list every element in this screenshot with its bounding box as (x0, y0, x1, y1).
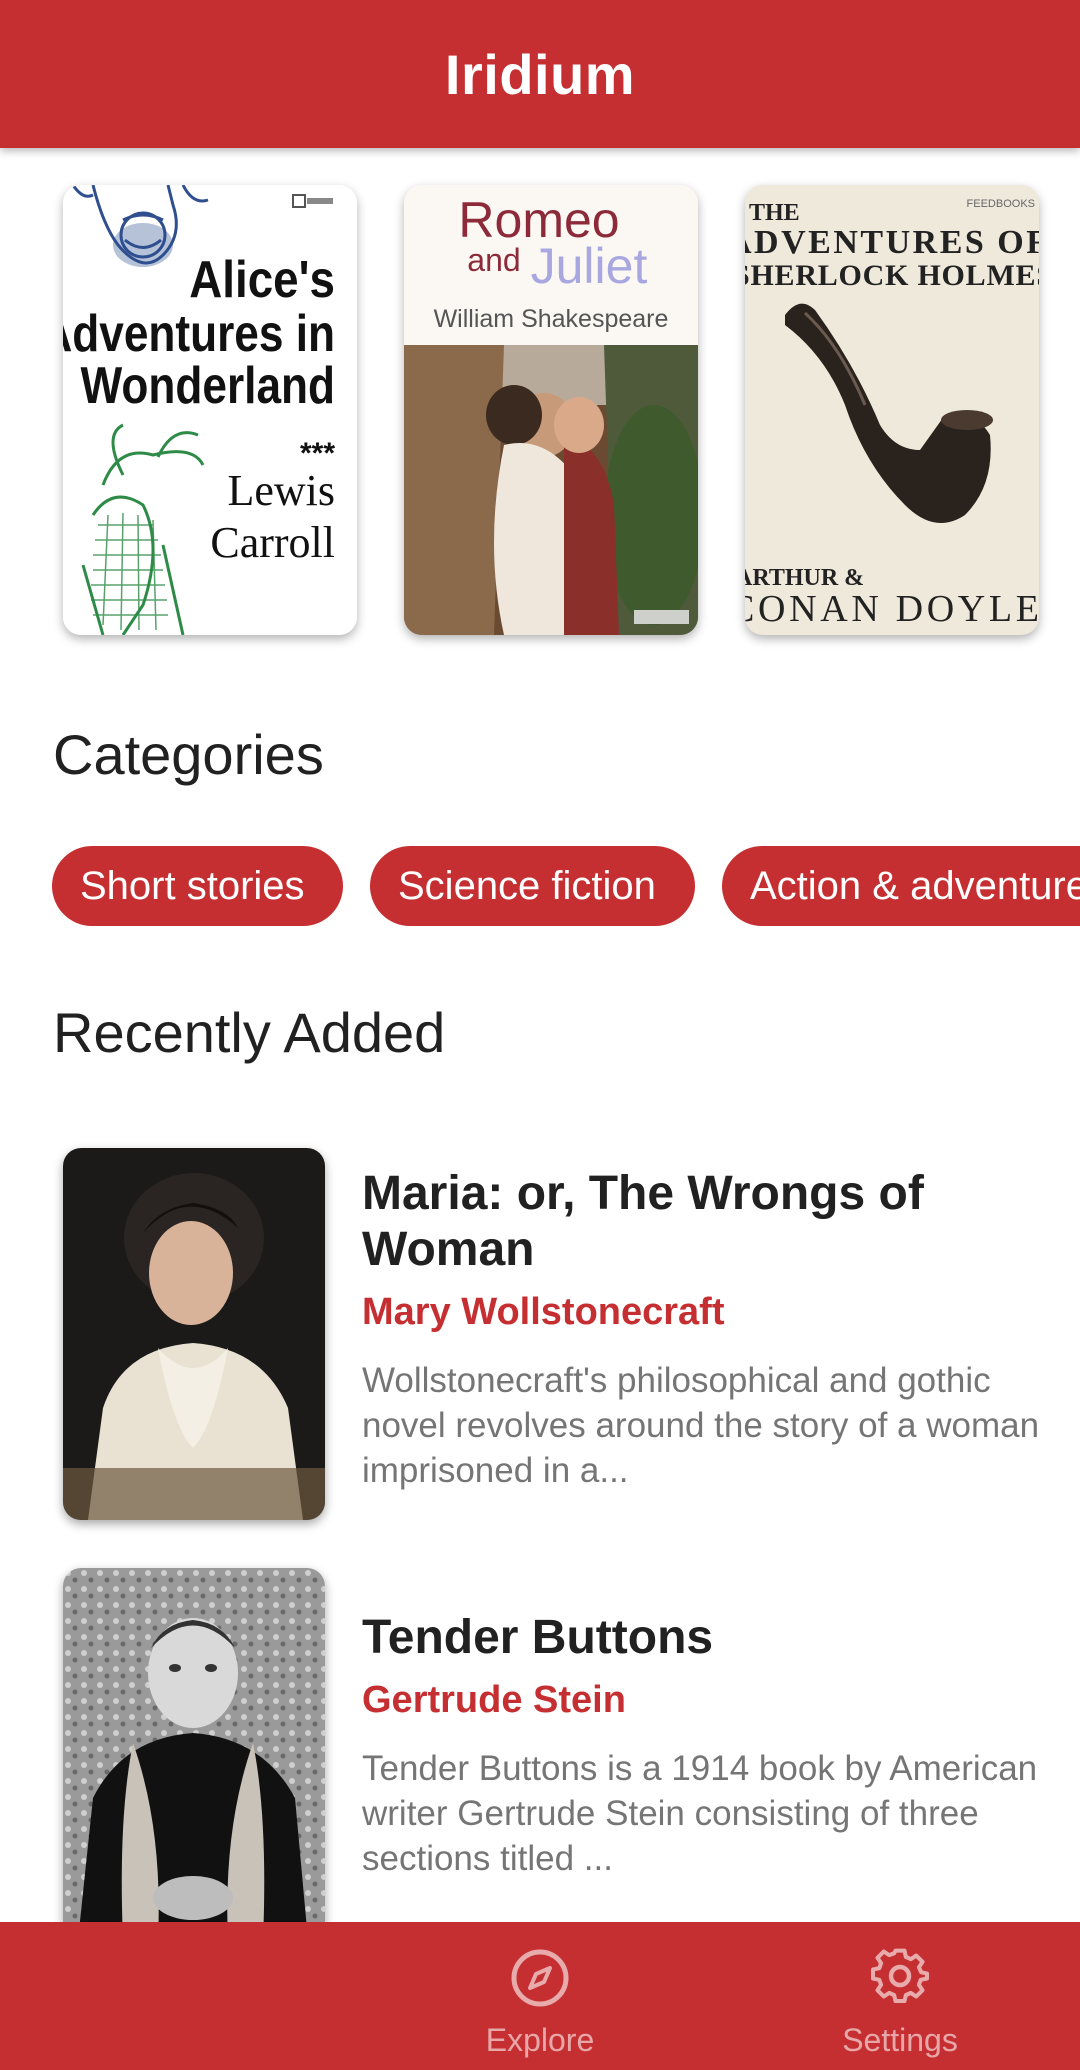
gear-icon (870, 1948, 930, 2004)
alice-title-line-2: Adventures in (63, 305, 335, 363)
book-info: Maria: or, The Wrongs of Woman Mary Woll… (362, 1166, 1042, 1493)
sherlock-cover-art: THE ADVENTURES OF SHERLOCK HOLMES FEEDBO… (745, 185, 1039, 635)
app-title: Iridium (444, 42, 636, 106)
nav-explore[interactable]: Explore (440, 1922, 640, 2070)
explore-content[interactable]: Alice's Adventures in Wonderland *** Lew… (0, 148, 1080, 1922)
featured-book-romeo[interactable]: Romeo and Juliet William Shakespeare (404, 185, 698, 635)
featured-book-sherlock[interactable]: THE ADVENTURES OF SHERLOCK HOLMES FEEDBO… (745, 185, 1039, 635)
featured-book-alice[interactable]: Alice's Adventures in Wonderland *** Lew… (63, 185, 357, 635)
categories-heading: Categories (53, 723, 324, 786)
chip-short-stories[interactable]: Short stories (52, 846, 343, 926)
alice-title-line-3: Wonderland (80, 357, 335, 415)
book-author: Mary Wollstonecraft (362, 1291, 725, 1333)
compass-icon (511, 1949, 569, 2007)
book-cover-maria (63, 1148, 325, 1520)
romeo-title-b: and (467, 242, 520, 278)
app-bar: Iridium (0, 0, 1080, 148)
romeo-title-c: Juliet (531, 238, 648, 294)
featured-carousel[interactable]: Alice's Adventures in Wonderland *** Lew… (0, 185, 1080, 645)
category-chips[interactable]: Short stories Science fiction Action & a… (0, 846, 1080, 930)
chip-action-adventure[interactable]: Action & adventure (722, 846, 1080, 926)
alice-cover-art: Alice's Adventures in Wonderland *** Lew… (63, 185, 357, 635)
recently-added-heading: Recently Added (53, 1001, 446, 1064)
sherlock-publisher: FEEDBOOKS (967, 198, 1035, 210)
nav-settings-label: Settings (842, 2022, 958, 2058)
sherlock-title-line-3: SHERLOCK HOLMES (745, 259, 1039, 292)
chip-science-fiction[interactable]: Science fiction (370, 846, 695, 926)
alice-author-line-2: Carroll (210, 518, 335, 567)
romeo-cover-art: Romeo and Juliet William Shakespeare (404, 185, 698, 635)
sherlock-title-line-1: THE (749, 200, 800, 226)
book-author: Gertrude Stein (362, 1679, 626, 1721)
romeo-author: William Shakespeare (434, 305, 669, 333)
bottom-navigation: Explore Settings (0, 1922, 1080, 2070)
book-title[interactable]: Tender Buttons (362, 1610, 1042, 1666)
book-description: Tender Buttons is a 1914 book by America… (362, 1749, 1038, 1878)
nav-settings[interactable]: Settings (800, 1922, 1000, 2070)
book-description: Wollstonecraft's philosophical and gothi… (362, 1361, 1040, 1490)
alice-title-line-1: Alice's (189, 251, 335, 308)
nav-explore-label: Explore (485, 2022, 595, 2058)
book-cover-tender-buttons (63, 1568, 325, 1922)
alice-author-line-1: Lewis (227, 466, 335, 515)
recent-book-item[interactable]: Tender Buttons Gertrude Stein Tender But… (0, 1568, 1080, 1922)
book-title[interactable]: Maria: or, The Wrongs of Woman (362, 1166, 1042, 1278)
book-info: Tender Buttons Gertrude Stein Tender But… (362, 1610, 1042, 1881)
recent-book-item[interactable]: Maria: or, The Wrongs of Woman Mary Woll… (0, 1148, 1080, 1528)
